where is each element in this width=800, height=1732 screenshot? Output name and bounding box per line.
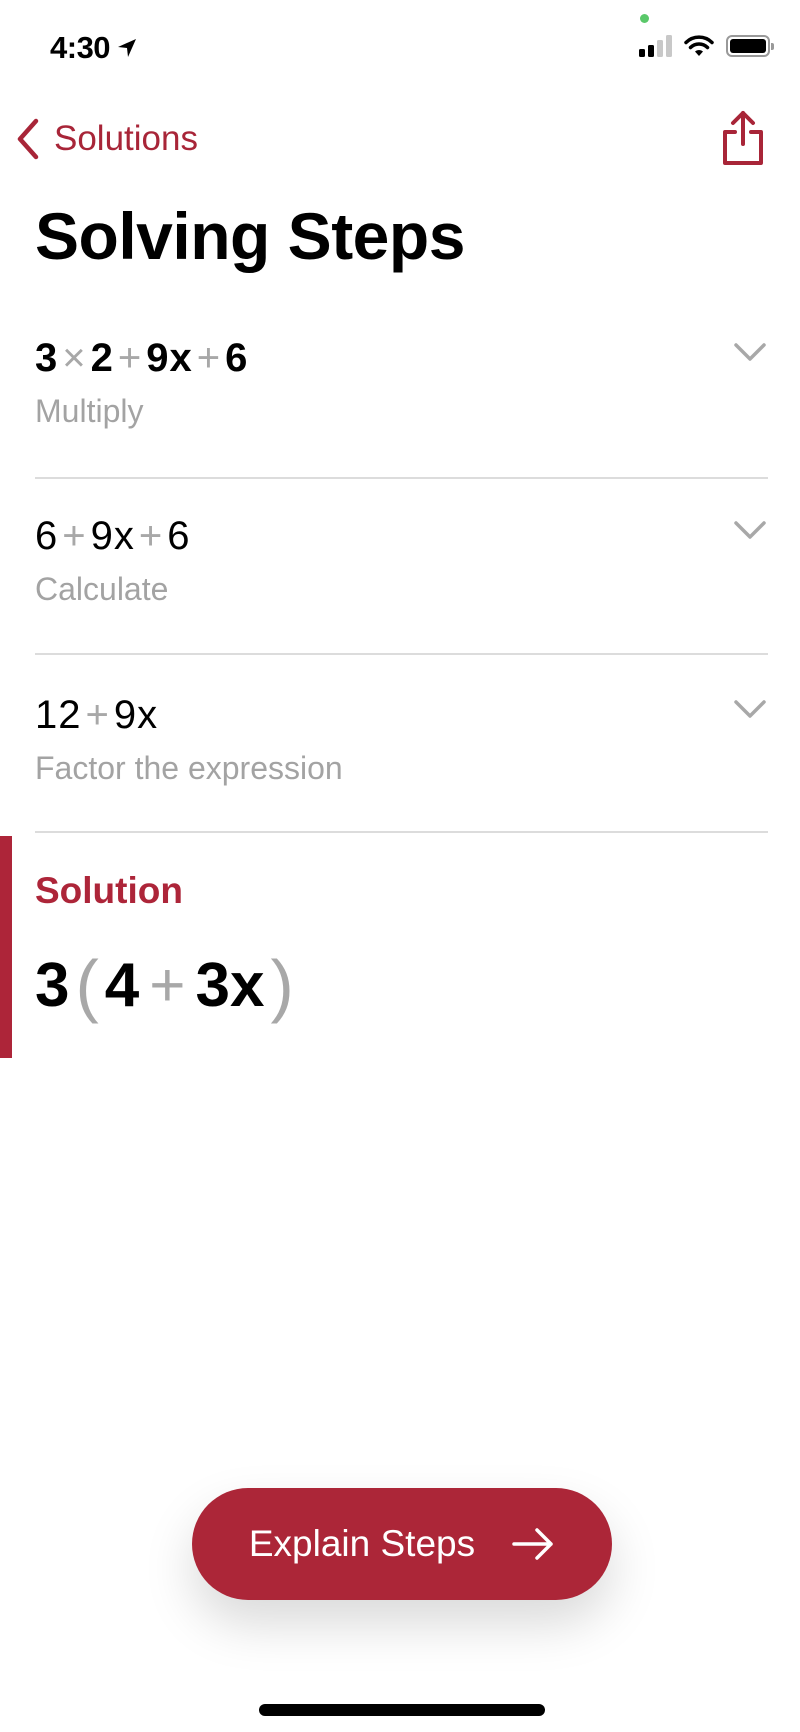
back-button[interactable]: Solutions: [16, 118, 198, 160]
expression-operator: +: [117, 336, 143, 380]
expression-term: 12: [35, 693, 82, 737]
step-item-2[interactable]: 6 +9x +6 Calculate: [35, 514, 768, 608]
privacy-indicator-dot: [640, 14, 649, 23]
expression-term: 6: [225, 336, 249, 380]
solution-close-paren: ): [270, 946, 294, 1024]
solution-term-b: 3x: [195, 950, 265, 1020]
expression-operator: +: [62, 514, 87, 558]
status-time: 4:30: [50, 30, 138, 66]
expression-term: 6: [35, 514, 59, 558]
status-icons: [639, 35, 774, 57]
step-item-3[interactable]: 12 +9x Factor the expression: [35, 693, 768, 787]
arrow-right-icon: [512, 1528, 553, 1560]
step-description: Multiply: [35, 393, 144, 429]
solution-accent-bar: [0, 836, 12, 1058]
step-expression: 6 +9x +6: [35, 514, 768, 559]
solution-label: Solution: [35, 870, 183, 911]
solution-operator: +: [149, 950, 186, 1020]
location-arrow-icon: [118, 39, 137, 57]
expression-term: 6: [167, 514, 191, 558]
chevron-down-icon[interactable]: [732, 340, 768, 364]
explain-steps-button[interactable]: Explain Steps: [192, 1488, 612, 1600]
status-time-label: 4:30: [50, 30, 111, 65]
expression-term: 9x: [113, 693, 159, 737]
divider: [35, 831, 768, 833]
explain-steps-label: Explain Steps: [248, 1523, 476, 1564]
expression-term: 9x: [146, 336, 193, 380]
step-expression: 3 × 2 +9x +6: [35, 336, 768, 381]
wifi-icon: [684, 35, 714, 56]
divider: [35, 653, 768, 655]
back-button-label: Solutions: [54, 119, 198, 158]
expression-operator: +: [138, 514, 164, 558]
chevron-down-icon[interactable]: [732, 518, 768, 542]
chevron-down-icon[interactable]: [732, 697, 768, 721]
step-expression: 12 +9x: [35, 693, 768, 738]
home-indicator[interactable]: [259, 1704, 545, 1716]
expression-term: 3: [35, 336, 59, 380]
expression-operator: +: [196, 336, 222, 380]
expression-term: 9x: [90, 514, 135, 558]
step-description: Calculate: [35, 571, 169, 607]
step-item-1[interactable]: 3 × 2 +9x +6 Multiply: [35, 336, 768, 430]
solution-term-a: 4: [104, 950, 140, 1020]
step-description: Factor the expression: [35, 750, 343, 786]
expression-term: 2: [90, 336, 114, 380]
expression-operator: +: [85, 693, 110, 737]
page-title: Solving Steps: [35, 199, 465, 273]
expression-operator: ×: [62, 336, 87, 380]
solution-coefficient: 3: [35, 950, 70, 1020]
chevron-left-icon: [17, 118, 39, 160]
solution-open-paren: (: [75, 946, 99, 1024]
solution-expression: 3 ( 4 + 3x ): [35, 945, 294, 1025]
cellular-signal-icon: [639, 35, 672, 57]
divider: [35, 477, 768, 479]
battery-icon: [726, 35, 774, 57]
share-icon[interactable]: [720, 110, 766, 166]
